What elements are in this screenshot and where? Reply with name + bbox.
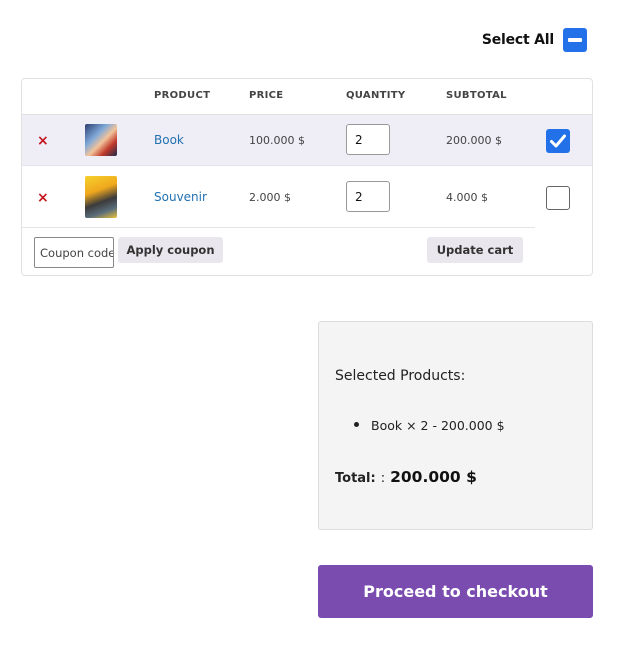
total-line: Total: : 200.000 $ bbox=[335, 468, 477, 486]
remove-item-icon[interactable]: × bbox=[37, 191, 49, 205]
product-subtotal: 200.000 $ bbox=[446, 134, 502, 147]
product-price: 2.000 $ bbox=[249, 191, 291, 204]
cart-table: PRODUCT PRICE QUANTITY SUBTOTAL × Book 1… bbox=[21, 78, 593, 276]
row-select-checkbox[interactable] bbox=[546, 129, 570, 153]
quantity-input[interactable] bbox=[346, 124, 390, 155]
product-subtotal: 4.000 $ bbox=[446, 191, 488, 204]
table-row: × Souvenir 2.000 $ 4.000 $ bbox=[22, 167, 570, 228]
checkmark-icon bbox=[550, 134, 566, 148]
product-price: 100.000 $ bbox=[249, 134, 305, 147]
product-thumbnail[interactable] bbox=[85, 124, 117, 156]
selected-item: Book × 2 - 200.000 $ bbox=[371, 418, 505, 433]
total-value: 200.000 $ bbox=[390, 468, 477, 486]
select-all-control[interactable]: Select All bbox=[482, 28, 587, 52]
product-link[interactable]: Book bbox=[154, 133, 184, 147]
column-header-price: PRICE bbox=[249, 90, 284, 101]
product-link[interactable]: Souvenir bbox=[154, 190, 207, 204]
table-row: × Book 100.000 $ 200.000 $ bbox=[22, 115, 592, 166]
product-thumbnail[interactable] bbox=[85, 176, 117, 218]
table-header: PRODUCT PRICE QUANTITY SUBTOTAL bbox=[22, 79, 592, 115]
remove-item-icon[interactable]: × bbox=[37, 134, 49, 148]
coupon-code-input[interactable] bbox=[34, 237, 114, 268]
apply-coupon-button[interactable]: Apply coupon bbox=[118, 237, 223, 263]
column-header-quantity: QUANTITY bbox=[346, 90, 406, 101]
cart-actions: Apply coupon Update cart bbox=[22, 228, 592, 275]
update-cart-button[interactable]: Update cart bbox=[427, 237, 523, 263]
select-all-label: Select All bbox=[481, 32, 554, 48]
quantity-input[interactable] bbox=[346, 181, 390, 212]
total-label: Total: bbox=[335, 471, 376, 486]
select-all-checkbox[interactable] bbox=[563, 28, 587, 52]
row-select-checkbox[interactable] bbox=[546, 186, 570, 210]
column-header-subtotal: SUBTOTAL bbox=[446, 90, 507, 101]
column-header-product: PRODUCT bbox=[154, 90, 211, 101]
proceed-to-checkout-button[interactable]: Proceed to checkout bbox=[318, 565, 593, 618]
total-separator: : bbox=[380, 471, 386, 486]
bullet-icon bbox=[354, 422, 359, 427]
indeterminate-dash-icon bbox=[568, 38, 582, 42]
summary-heading: Selected Products: bbox=[335, 368, 466, 384]
selected-products-summary: Selected Products: Book × 2 - 200.000 $ … bbox=[318, 321, 593, 530]
